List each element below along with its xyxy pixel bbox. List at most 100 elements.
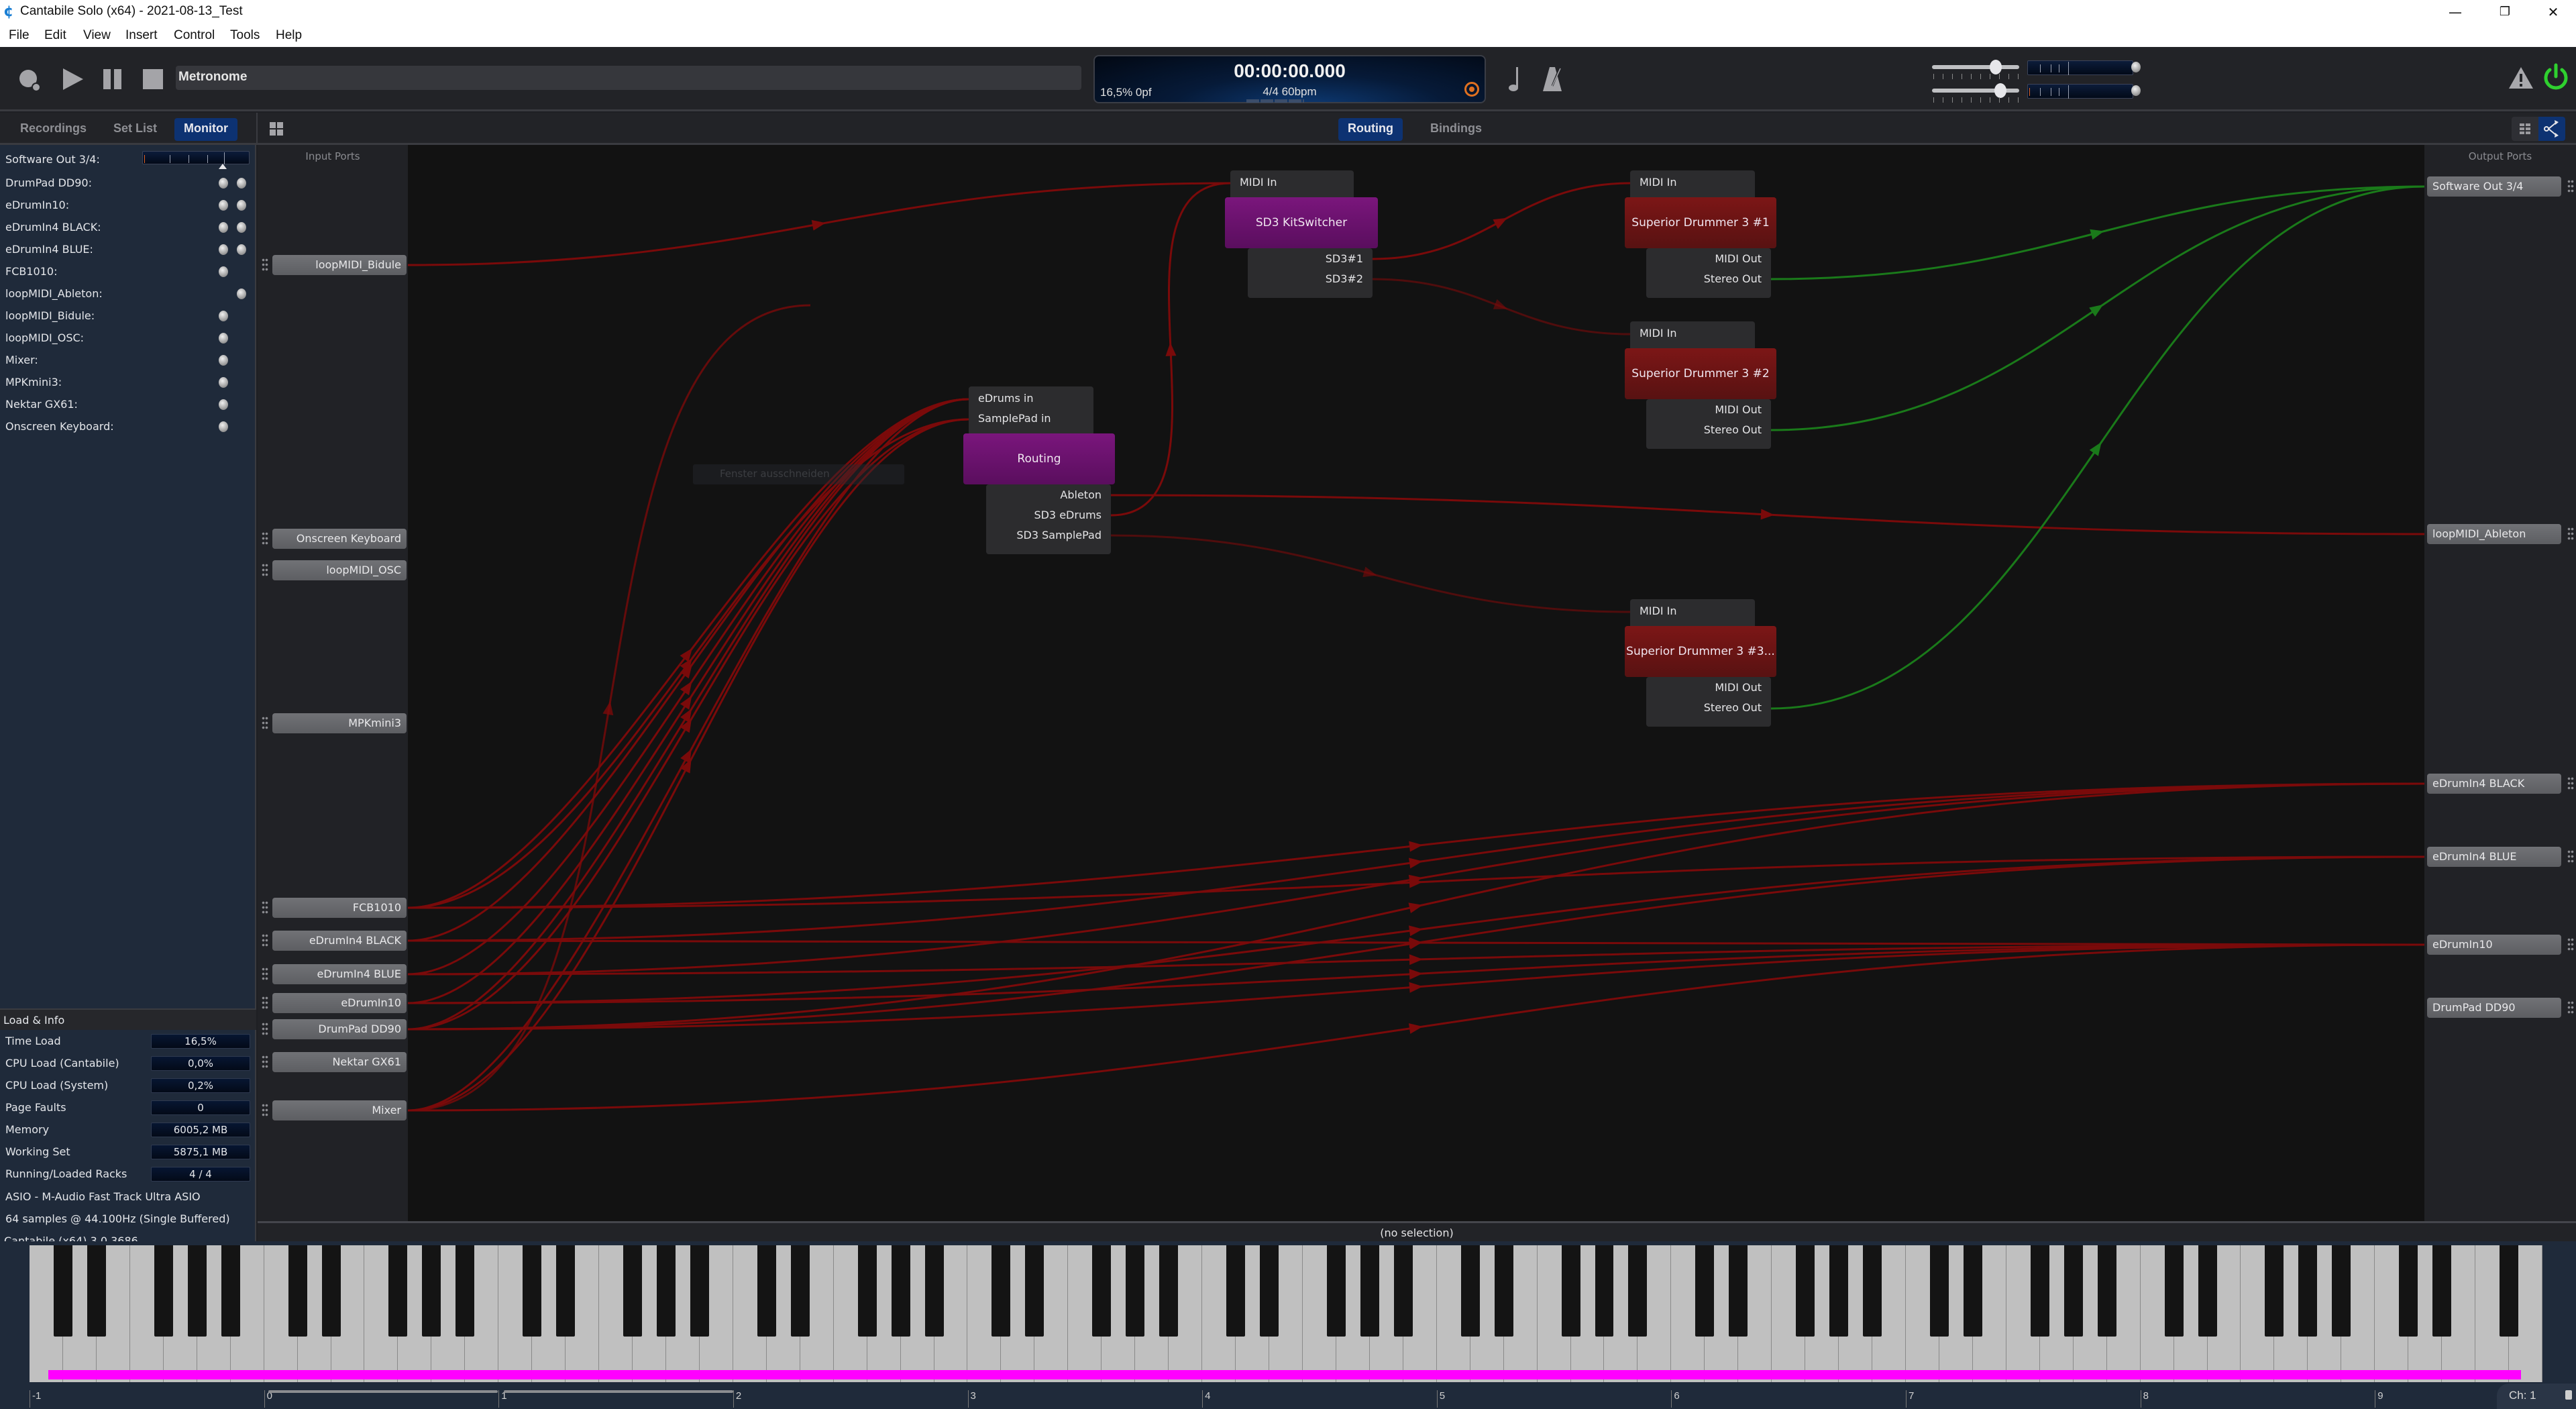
tempo-readout[interactable]: 4/4 60bpm	[1095, 85, 1485, 99]
master-level-1-track[interactable]	[1932, 65, 2019, 69]
tab-recordings[interactable]: Recordings	[11, 118, 96, 141]
output-pin[interactable]: MIDI Out	[1715, 252, 1762, 265]
port-drag-handle-icon[interactable]	[262, 996, 268, 1010]
output-pin[interactable]: MIDI Out	[1715, 681, 1762, 694]
black-key[interactable]	[2164, 1245, 2184, 1337]
black-key[interactable]	[1159, 1245, 1179, 1337]
black-key[interactable]	[891, 1245, 910, 1337]
black-key[interactable]	[690, 1245, 709, 1337]
power-icon[interactable]	[2541, 63, 2571, 95]
layout-grid-icon[interactable]	[268, 121, 284, 140]
black-key[interactable]	[623, 1245, 643, 1337]
input-port[interactable]: MPKmini3	[272, 713, 407, 733]
menu-help[interactable]: Help	[276, 28, 302, 43]
input-port[interactable]: Onscreen Keyboard	[272, 529, 407, 549]
port-drag-handle-icon[interactable]	[262, 933, 268, 948]
port-drag-handle-icon[interactable]	[2567, 1000, 2574, 1015]
input-port[interactable]: loopMIDI_Bidule	[272, 255, 407, 275]
menu-tools[interactable]: Tools	[230, 28, 260, 43]
black-key[interactable]	[87, 1245, 106, 1337]
black-key[interactable]	[2500, 1245, 2519, 1337]
port-drag-handle-icon[interactable]	[2567, 179, 2574, 194]
routing-plugin[interactable]: Routing	[963, 433, 1115, 484]
output-pin[interactable]: MIDI Out	[1715, 403, 1762, 416]
input-pin[interactable]: SamplePad in	[978, 412, 1051, 425]
black-key[interactable]	[154, 1245, 173, 1337]
black-key[interactable]	[53, 1245, 72, 1337]
input-pin[interactable]: MIDI In	[1640, 605, 1677, 617]
output-pin[interactable]: Stereo Out	[1704, 701, 1762, 714]
onscreen-keyboard[interactable]	[30, 1245, 2542, 1382]
black-key[interactable]	[1326, 1245, 1346, 1337]
kitswitcher-plugin[interactable]: SD3 KitSwitcher	[1225, 197, 1378, 248]
restore-button[interactable]: ❐	[2483, 0, 2526, 24]
input-pin[interactable]: MIDI In	[1640, 327, 1677, 340]
play-icon[interactable]	[62, 67, 85, 94]
input-pin[interactable]: MIDI In	[1240, 176, 1277, 189]
output-pin[interactable]: Stereo Out	[1704, 272, 1762, 285]
black-key[interactable]	[1863, 1245, 1882, 1337]
black-key[interactable]	[1360, 1245, 1379, 1337]
black-key[interactable]	[1025, 1245, 1044, 1337]
black-key[interactable]	[857, 1245, 877, 1337]
input-pin[interactable]: MIDI In	[1640, 176, 1677, 189]
black-key[interactable]	[1829, 1245, 1849, 1337]
port-drag-handle-icon[interactable]	[2567, 776, 2574, 791]
input-port[interactable]: DrumPad DD90	[272, 1019, 407, 1039]
menu-control[interactable]: Control	[174, 28, 215, 43]
black-key[interactable]	[1729, 1245, 1748, 1337]
menu-file[interactable]: File	[9, 28, 30, 43]
warning-icon[interactable]	[2508, 66, 2534, 93]
black-key[interactable]	[288, 1245, 307, 1337]
port-drag-handle-icon[interactable]	[262, 967, 268, 982]
stop-icon[interactable]	[142, 68, 164, 93]
tab-set-list[interactable]: Set List	[104, 118, 166, 141]
input-port[interactable]: loopMIDI_OSC	[272, 560, 407, 580]
black-key[interactable]	[790, 1245, 810, 1337]
midi-channel-selector[interactable]: Ch: 1	[2497, 1384, 2576, 1409]
output-port[interactable]: eDrumIn4 BLUE	[2427, 847, 2561, 867]
output-port[interactable]: eDrumIn10	[2427, 935, 2561, 955]
routing-canvas[interactable]: Fenster ausschneiden MIDI In SD3 KitSwitc…	[408, 145, 2424, 1221]
input-port[interactable]: eDrumIn4 BLUE	[272, 964, 407, 984]
black-key[interactable]	[1695, 1245, 1715, 1337]
black-key[interactable]	[991, 1245, 1011, 1337]
tab-routing[interactable]: Routing	[1338, 118, 1403, 141]
tab-monitor[interactable]: Monitor	[174, 118, 237, 141]
black-key[interactable]	[2298, 1245, 2318, 1337]
black-key[interactable]	[422, 1245, 441, 1337]
port-drag-handle-icon[interactable]	[262, 1103, 268, 1118]
keyboard-scroll-range-2[interactable]	[504, 1390, 733, 1393]
output-port[interactable]: loopMIDI_Ableton	[2427, 524, 2561, 544]
black-key[interactable]	[1092, 1245, 1112, 1337]
output-pin[interactable]: SD3 SamplePad	[1016, 529, 1102, 541]
black-key[interactable]	[1460, 1245, 1480, 1337]
port-drag-handle-icon[interactable]	[262, 531, 268, 546]
song-field[interactable]: Metronome	[176, 66, 1081, 90]
port-drag-handle-icon[interactable]	[262, 1055, 268, 1069]
black-key[interactable]	[2063, 1245, 2083, 1337]
output-pin[interactable]: Ableton	[1060, 488, 1102, 501]
input-pin[interactable]: eDrums in	[978, 392, 1033, 405]
black-key[interactable]	[388, 1245, 408, 1337]
input-port[interactable]: FCB1010	[272, 898, 407, 918]
port-drag-handle-icon[interactable]	[262, 563, 268, 578]
menu-insert[interactable]: Insert	[125, 28, 158, 43]
black-key[interactable]	[2399, 1245, 2418, 1337]
master-level-2-knob[interactable]	[1994, 83, 2006, 98]
black-key[interactable]	[1796, 1245, 1815, 1337]
sd3-1-plugin[interactable]: Superior Drummer 3 #1	[1625, 197, 1776, 248]
close-button[interactable]: ✕	[2532, 0, 2575, 24]
menu-view[interactable]: View	[83, 28, 111, 43]
input-port[interactable]: Mixer	[272, 1100, 407, 1120]
black-key[interactable]	[187, 1245, 207, 1337]
input-port[interactable]: eDrumIn10	[272, 993, 407, 1013]
black-key[interactable]	[1393, 1245, 1413, 1337]
graph-view-button[interactable]	[2538, 117, 2565, 141]
output-port[interactable]: Software Out 3/4	[2427, 176, 2561, 197]
black-key[interactable]	[657, 1245, 676, 1337]
port-drag-handle-icon[interactable]	[2567, 937, 2574, 952]
black-key[interactable]	[1561, 1245, 1580, 1337]
black-key[interactable]	[1595, 1245, 1614, 1337]
black-key[interactable]	[2097, 1245, 2116, 1337]
